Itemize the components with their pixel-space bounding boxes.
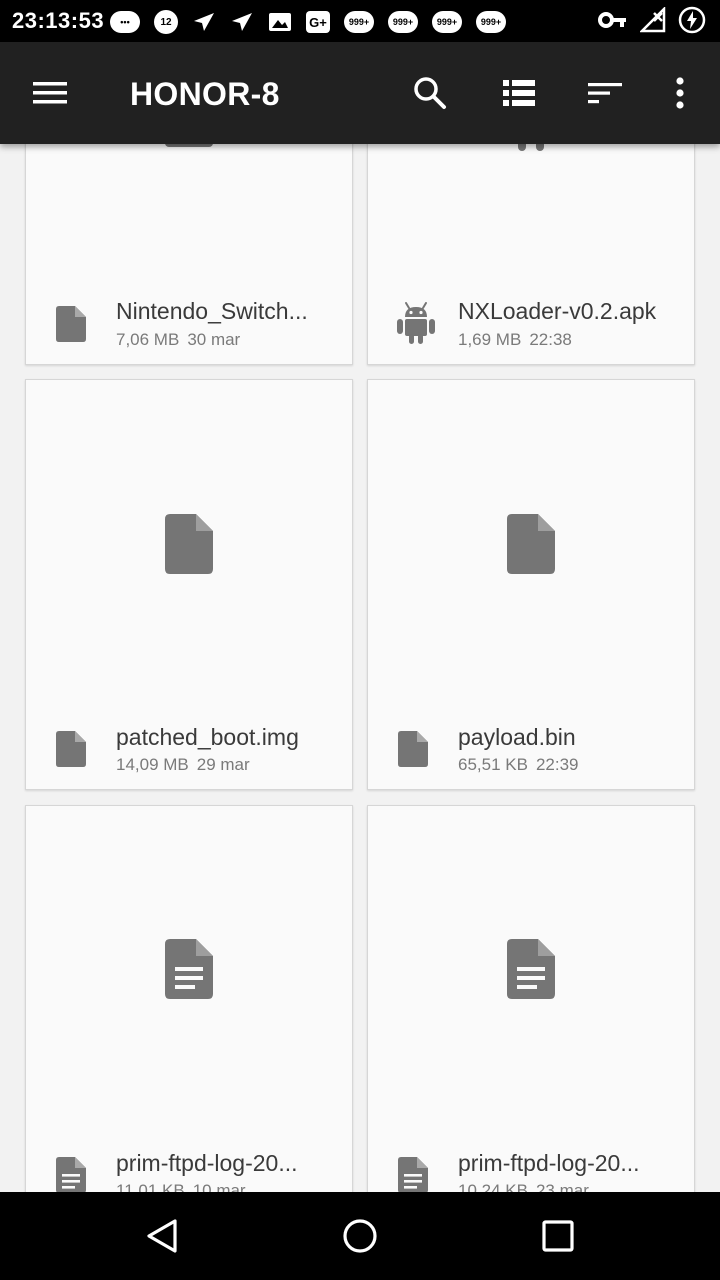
no-signal-icon [640,7,666,33]
file-date: 23 mar [535,1181,589,1192]
app-title: HONOR-8 [130,76,280,112]
list-view-button[interactable] [493,69,545,117]
file-card[interactable]: Nintendo_Switch... 7,06 MB 30 mar [25,144,353,365]
file-card[interactable]: patched_boot.img 14,09 MB 29 mar [25,379,353,790]
file-size: 7,06 MB [116,330,180,349]
system-icons [598,6,706,34]
sort-icon [588,83,622,104]
vpn-key-icon [598,11,628,29]
file-size: 14,09 MB [116,755,189,774]
home-button[interactable] [336,1214,384,1258]
text-file-icon [165,939,213,999]
google-plus-icon: G+ [306,11,330,33]
app-bar: HONOR-8 [0,42,720,144]
image-icon [268,11,292,33]
navigation-bar [0,1192,720,1280]
status-bar: 23:13:53 ••• 12 G+ 999+ 999+ 999+ 999+ [0,0,720,42]
count-badge: 999+ [432,11,462,33]
file-date: 22:39 [535,755,579,774]
file-date: 29 mar [196,755,250,774]
list-view-icon [503,80,535,106]
count-badge: 999+ [344,11,374,33]
send-icon [192,11,216,33]
back-button[interactable] [138,1214,186,1258]
file-meta: 11,01 KB 10 mar [116,1181,246,1192]
send-icon [230,11,254,33]
sort-button[interactable] [579,69,631,117]
file-date: 10 mar [192,1181,246,1192]
search-icon [414,77,446,109]
menu-button[interactable] [22,69,78,117]
recents-button[interactable] [534,1214,582,1258]
text-file-icon [56,1157,86,1192]
back-icon [147,1219,177,1253]
file-icon [56,731,86,767]
more-vert-icon [676,77,684,109]
file-size: 11,01 KB [116,1181,185,1192]
chat-icon: ••• [110,11,140,33]
menu-icon [33,82,67,104]
more-options-button[interactable] [654,69,706,117]
file-icon [165,514,213,574]
file-card[interactable]: prim-ftpd-log-20... 10,24 KB 23 mar [367,805,695,1192]
battery-charging-icon [678,6,706,34]
file-size: 65,51 KB [458,755,528,774]
file-icon [165,144,213,147]
file-card[interactable]: prim-ftpd-log-20... 11,01 KB 10 mar [25,805,353,1192]
recents-icon [542,1220,574,1252]
file-name: payload.bin [458,724,576,750]
file-meta: 65,51 KB 22:39 [458,755,579,775]
file-icon [507,514,555,574]
file-size: 10,24 KB [458,1181,528,1192]
count-badge: 999+ [388,11,418,33]
count-badge: 12 [154,10,178,34]
file-name: prim-ftpd-log-20... [458,1150,640,1176]
android-icon [518,144,544,151]
file-card[interactable]: payload.bin 65,51 KB 22:39 [367,379,695,790]
file-size: 1,69 MB [458,330,522,349]
file-name: Nintendo_Switch... [116,298,308,324]
file-meta: 7,06 MB 30 mar [116,330,240,350]
file-card[interactable]: NXLoader-v0.2.apk 1,69 MB 22:38 [367,144,695,365]
file-icon [56,306,86,342]
file-date: 30 mar [187,330,241,349]
file-date: 22:38 [529,330,572,349]
file-meta: 10,24 KB 23 mar [458,1181,589,1192]
file-icon [398,731,428,767]
file-meta: 1,69 MB 22:38 [458,330,572,350]
status-time: 23:13:53 [12,8,105,33]
file-name: NXLoader-v0.2.apk [458,298,657,324]
text-file-icon [398,1157,428,1192]
search-button[interactable] [404,69,456,117]
text-file-icon [507,939,555,999]
notification-icons: ••• 12 G+ 999+ 999+ 999+ 999+ [110,8,506,36]
home-icon [343,1219,377,1253]
file-name: patched_boot.img [116,724,299,750]
android-icon [397,302,435,344]
file-meta: 14,09 MB 29 mar [116,755,250,775]
count-badge: 999+ [476,11,506,33]
file-name: prim-ftpd-log-20... [116,1150,298,1176]
file-grid[interactable]: Nintendo_Switch... 7,06 MB 30 mar NXLoade… [0,144,720,1192]
